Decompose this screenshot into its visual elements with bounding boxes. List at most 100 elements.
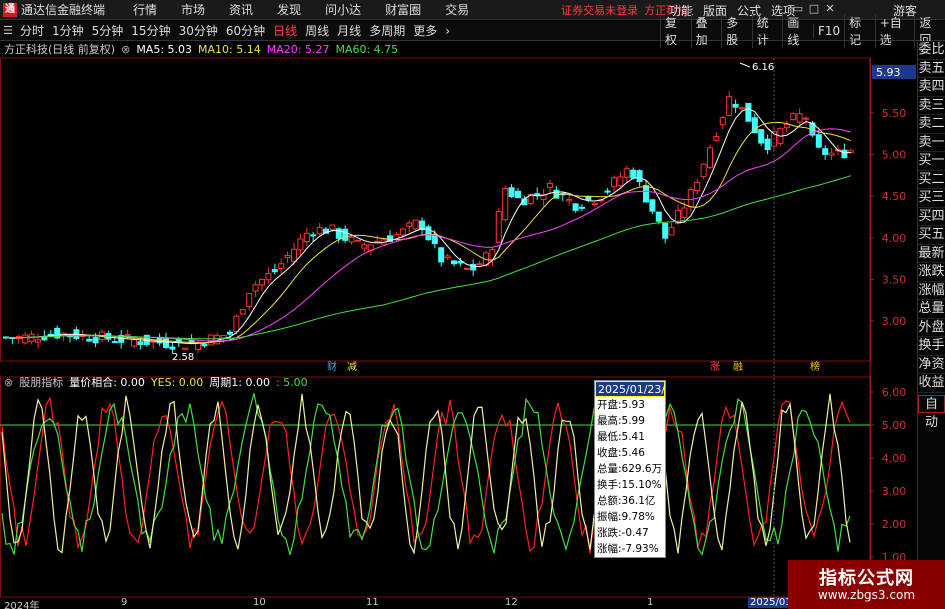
side-bid3[interactable]: 买三 bbox=[918, 189, 945, 208]
side-net-assets[interactable]: 净资 bbox=[918, 356, 945, 374]
candle-body bbox=[399, 228, 406, 236]
event-marker: 财 bbox=[327, 360, 337, 373]
event-marker: 涨 bbox=[710, 361, 720, 373]
tooltip-date: 2025/01/23/四 bbox=[595, 381, 665, 412]
candle-body bbox=[515, 190, 521, 199]
ma5-value: MA5: 5.03 bbox=[136, 42, 193, 56]
side-bid1[interactable]: 买一 bbox=[918, 152, 945, 171]
period-30min[interactable]: 30分钟 bbox=[175, 22, 222, 39]
x-label-oct: 10 bbox=[253, 597, 266, 608]
side-auto-button[interactable]: 自动 bbox=[918, 394, 945, 430]
candle-body bbox=[739, 107, 745, 110]
period-daily[interactable]: 日线 bbox=[269, 22, 301, 39]
side-ask3[interactable]: 卖三 bbox=[918, 97, 945, 115]
main-legend: 方正科技(日线 前复权) ⊗ MA5: 5.03 MA10: 5.14 MA20… bbox=[4, 41, 404, 57]
tooltip-low: 最低:5.41 bbox=[597, 431, 645, 443]
price-axis-label: 5.50 bbox=[882, 107, 907, 120]
side-change[interactable]: 涨跌 bbox=[918, 263, 945, 282]
watermark-url: www.zbgs3.com bbox=[817, 588, 916, 602]
sub-axis-label: 3.00 bbox=[882, 485, 907, 498]
sub-period-value: 周期1: 0.00 bbox=[209, 376, 270, 389]
candle-body bbox=[566, 198, 573, 202]
candle-body bbox=[284, 255, 291, 259]
price-axis-label: 3.50 bbox=[882, 273, 907, 286]
period-more[interactable]: 更多 bbox=[409, 22, 441, 39]
candle-body bbox=[265, 272, 272, 281]
candle-body bbox=[630, 169, 637, 179]
side-ask5[interactable]: 卖五 bbox=[918, 60, 945, 78]
sub-indicator-toggle-icon[interactable]: ⊗ bbox=[4, 376, 13, 389]
side-volume[interactable]: 总量 bbox=[918, 300, 945, 319]
menu-market[interactable]: 市场 bbox=[169, 1, 217, 18]
kline-chart[interactable]: 5.50 5.00 4.50 4.00 3.50 3.00 5.93 6.00 5.00 4.00… bbox=[0, 41, 945, 609]
menu-trade[interactable]: 交易 bbox=[433, 1, 481, 18]
candle-body bbox=[591, 202, 598, 206]
sub-axis-label: 5.00 bbox=[882, 419, 907, 432]
side-outer-volume[interactable]: 外盘 bbox=[918, 319, 945, 337]
side-turnover[interactable]: 换手 bbox=[918, 337, 945, 356]
menu-wealth[interactable]: 财富圈 bbox=[373, 1, 433, 18]
x-label-2024: 2024年 bbox=[4, 601, 40, 609]
side-ask4[interactable]: 卖四 bbox=[918, 78, 945, 97]
menu-ask[interactable]: 问小达 bbox=[313, 1, 373, 18]
candle-body bbox=[124, 334, 131, 337]
menu-toggle-icon[interactable]: ☰ bbox=[0, 24, 16, 37]
period-intraday[interactable]: 分时 bbox=[16, 22, 48, 39]
period-15min[interactable]: 15分钟 bbox=[127, 22, 174, 39]
period-weekly[interactable]: 周线 bbox=[301, 22, 333, 39]
candle-body bbox=[815, 134, 822, 148]
main-frame bbox=[0, 57, 871, 362]
candle-body bbox=[617, 176, 624, 187]
side-bid2[interactable]: 买二 bbox=[918, 171, 945, 189]
candle-body bbox=[726, 96, 733, 117]
side-ask2[interactable]: 卖二 bbox=[918, 115, 945, 134]
menu-market-quotes[interactable]: 行情 bbox=[121, 1, 169, 18]
side-latest[interactable]: 最新 bbox=[918, 245, 945, 263]
period-monthly[interactable]: 月线 bbox=[333, 22, 365, 39]
sub-last-value: : 5.00 bbox=[275, 375, 308, 389]
side-ask1[interactable]: 卖一 bbox=[918, 134, 945, 152]
ma10-value: MA10: 5.14 bbox=[198, 42, 261, 56]
candle-body bbox=[361, 244, 368, 249]
legend-toggle-icon[interactable]: ⊗ bbox=[121, 43, 130, 56]
side-bid5[interactable]: 买五 bbox=[918, 226, 945, 245]
candle-body bbox=[841, 149, 848, 159]
period-multi[interactable]: 多周期 bbox=[365, 22, 409, 39]
period-60min[interactable]: 60分钟 bbox=[222, 22, 269, 39]
watermark-title: 指标公式网 bbox=[819, 568, 914, 589]
period-1min[interactable]: 1分钟 bbox=[48, 22, 88, 39]
candle-body bbox=[572, 203, 579, 211]
candle-body bbox=[329, 224, 336, 230]
stock-name[interactable]: 方正科技(日线 前复权) bbox=[4, 41, 115, 57]
side-change-pct[interactable]: 涨幅 bbox=[918, 282, 945, 300]
candle-body bbox=[227, 331, 233, 335]
candle-body bbox=[182, 347, 189, 350]
tooltip-change: 涨跌:-0.47 bbox=[597, 527, 649, 539]
period-5min[interactable]: 5分钟 bbox=[88, 22, 128, 39]
price-axis-label: 5.00 bbox=[882, 149, 907, 162]
menu-discover[interactable]: 发现 bbox=[265, 1, 313, 18]
candle-body bbox=[649, 199, 656, 212]
candle-body bbox=[131, 339, 137, 347]
candle-body bbox=[623, 168, 630, 178]
candle-body bbox=[303, 232, 310, 243]
chevron-right-icon[interactable]: › bbox=[441, 24, 454, 38]
side-bid4[interactable]: 买四 bbox=[918, 208, 945, 226]
broker-login-status[interactable]: 证券交易未登录 bbox=[561, 2, 638, 18]
candle-body bbox=[291, 248, 297, 262]
candle-body bbox=[463, 267, 470, 270]
event-marker: 减 bbox=[347, 361, 357, 373]
sub-axis-label: 6.00 bbox=[882, 386, 907, 399]
sub-axis-label: 4.00 bbox=[882, 452, 907, 465]
candle-body bbox=[694, 181, 701, 192]
event-marker: 融 bbox=[733, 361, 743, 373]
menu-news[interactable]: 资讯 bbox=[217, 1, 265, 18]
sub-indicator-name[interactable]: 股朋指标 bbox=[19, 374, 63, 390]
candle-body bbox=[431, 234, 438, 245]
candle-body bbox=[579, 206, 585, 209]
side-commission-ratio[interactable]: 委比 bbox=[918, 41, 945, 60]
side-earnings[interactable]: 收益 bbox=[918, 374, 945, 393]
close-icon[interactable]: ✕ bbox=[822, 2, 838, 15]
f10-button[interactable]: F10 bbox=[812, 24, 844, 38]
x-label-cursor-date: 2025/01 bbox=[748, 597, 794, 608]
